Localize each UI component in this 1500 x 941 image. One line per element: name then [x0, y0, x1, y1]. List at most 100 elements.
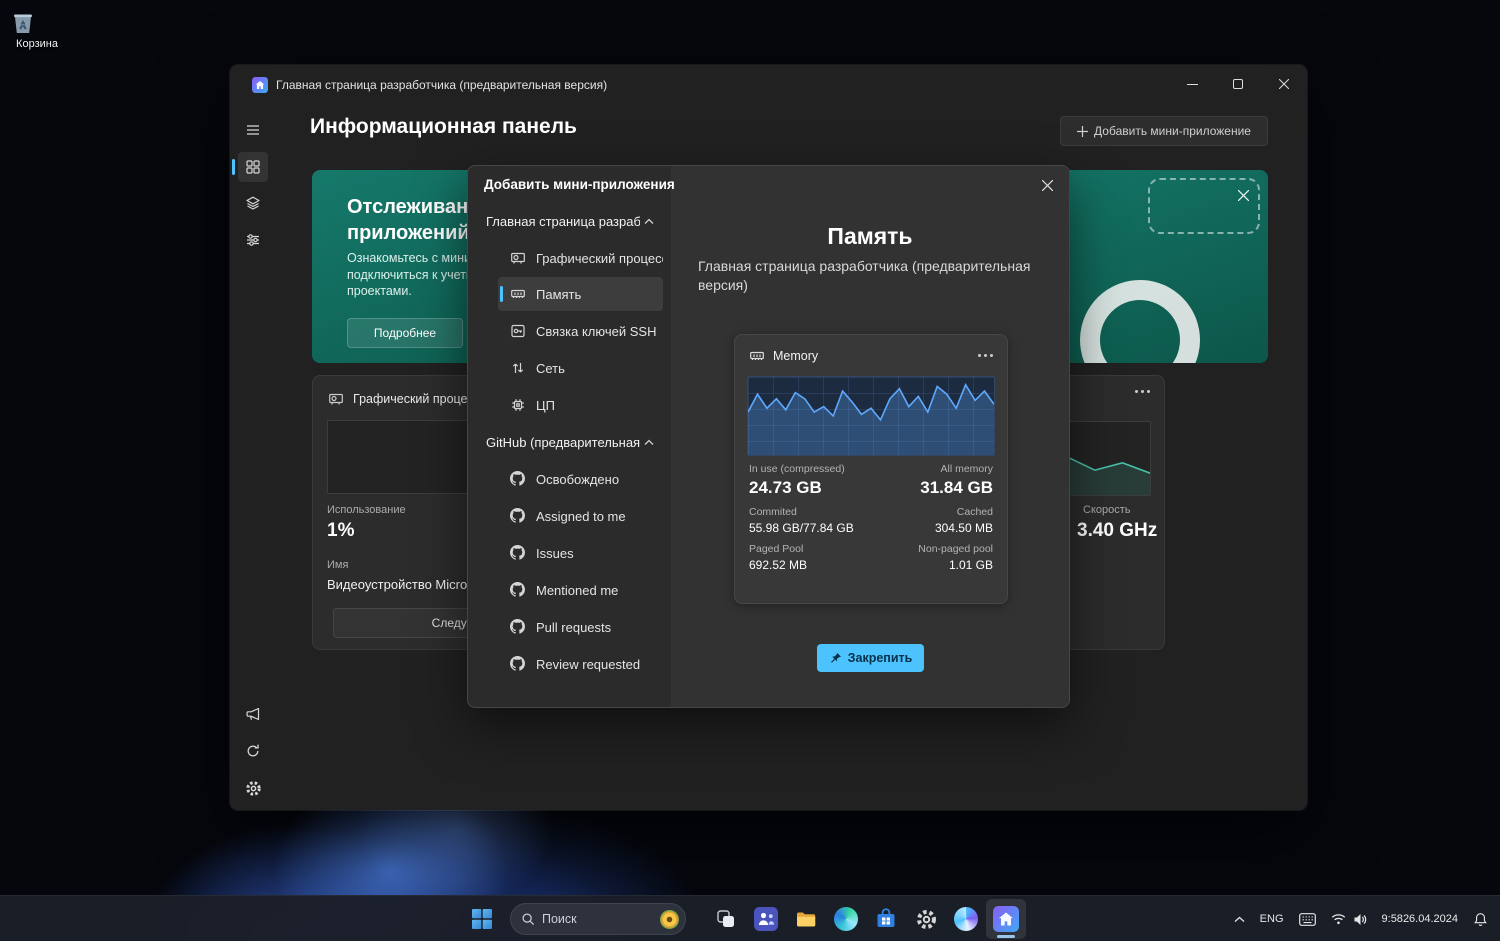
- search-highlight-icon[interactable]: [660, 909, 679, 929]
- photos-app-button[interactable]: [946, 899, 986, 939]
- search-input[interactable]: [542, 912, 653, 926]
- widget-item-github-pull-requests[interactable]: Pull requests: [498, 610, 663, 644]
- widget-item-github-mentioned[interactable]: Mentioned me: [498, 573, 663, 607]
- search-icon: [521, 912, 535, 926]
- nav-dashboard-button[interactable]: [232, 152, 268, 182]
- hamburger-menu-button[interactable]: [238, 115, 268, 145]
- cpu-more-options-icon[interactable]: [1135, 390, 1150, 393]
- memory-icon: [510, 286, 526, 302]
- dialog-close-button[interactable]: [1033, 173, 1061, 197]
- paged-pool-label: Paged Pool: [749, 543, 804, 555]
- devhome-window: Главная страница разработчика (предварит…: [230, 65, 1307, 810]
- in-use-label: In use (compressed): [749, 463, 845, 475]
- gpu-icon: [510, 250, 526, 266]
- nonpaged-pool-label: Non-paged pool: [918, 543, 993, 555]
- widget-item-ssh[interactable]: Связка ключей SSH: [498, 314, 663, 348]
- network-volume-tray[interactable]: [1325, 899, 1373, 939]
- widget-item-github-released[interactable]: Освобождено: [498, 462, 663, 496]
- dismiss-promo-button[interactable]: [1230, 182, 1256, 208]
- gpu-usage-value: 1%: [327, 520, 355, 541]
- github-icon: [510, 545, 526, 561]
- pinwheel-icon: [954, 907, 978, 931]
- titlebar[interactable]: Главная страница разработчика (предварит…: [230, 65, 1307, 105]
- microsoft-store-button[interactable]: [866, 899, 906, 939]
- taskbar-search[interactable]: [510, 903, 686, 935]
- widget-more-options-icon[interactable]: [978, 354, 993, 357]
- network-icon: [510, 360, 526, 376]
- add-widgets-dialog: Добавить мини-приложения Главная страниц…: [467, 165, 1070, 708]
- add-widget-button[interactable]: Добавить мини-приложение: [1060, 116, 1268, 146]
- pin-widget-button[interactable]: Закрепить: [817, 644, 924, 672]
- github-icon: [510, 619, 526, 635]
- widget-title: Memory: [773, 349, 819, 363]
- nonpaged-pool-value: 1.01 GB: [948, 558, 993, 572]
- github-icon: [510, 508, 526, 524]
- all-memory-label: All memory: [940, 463, 993, 475]
- widget-item-network[interactable]: Сеть: [498, 351, 663, 385]
- gpu-usage-label: Использование: [327, 504, 406, 516]
- devhome-app-icon: [252, 77, 268, 93]
- detail-subtitle: Главная страница разработчика (предварит…: [698, 258, 1031, 293]
- ssh-keychain-icon: [510, 323, 526, 339]
- nav-machine-configuration-button[interactable]: [238, 225, 268, 255]
- edge-icon: [834, 907, 858, 931]
- commited-value: 55.98 GB/77.84 GB: [749, 521, 854, 535]
- start-button[interactable]: [462, 899, 502, 939]
- close-window-button[interactable]: [1261, 65, 1307, 103]
- taskbar: ENG 9:58 26.04.2024: [0, 895, 1500, 941]
- memory-chart: [747, 376, 995, 456]
- minimize-button[interactable]: [1169, 65, 1215, 103]
- group-devhome[interactable]: Главная страница разработчика: [478, 205, 662, 237]
- tray-overflow-chevron[interactable]: [1228, 899, 1251, 939]
- teams-button[interactable]: [746, 899, 786, 939]
- maximize-button[interactable]: [1215, 65, 1261, 103]
- cpu-icon: [510, 397, 526, 413]
- github-icon: [510, 656, 526, 672]
- settings-button[interactable]: [238, 773, 268, 803]
- gpu-icon: [328, 391, 344, 407]
- touch-keyboard-icon[interactable]: [1293, 899, 1322, 939]
- settings-app-button[interactable]: [906, 899, 946, 939]
- widget-item-github-issues[interactable]: Issues: [498, 536, 663, 570]
- widget-item-github-review-requested[interactable]: Review requested: [498, 647, 663, 681]
- devhome-taskbar-button[interactable]: [986, 899, 1026, 939]
- notification-bell[interactable]: [1467, 899, 1494, 939]
- wifi-icon: [1331, 913, 1346, 925]
- page-title: Информационная панель: [310, 115, 577, 138]
- widget-item-cpu[interactable]: ЦП: [498, 388, 663, 422]
- memory-widget-preview: Memory In use (compressed) All memory 24…: [734, 334, 1008, 604]
- group-github[interactable]: GitHub (предварительная версия): [478, 426, 662, 458]
- clock-tray[interactable]: 9:58 26.04.2024: [1376, 899, 1464, 939]
- widget-item-github-assigned[interactable]: Assigned to me: [498, 499, 663, 533]
- recycle-bin[interactable]: Корзина: [8, 8, 66, 50]
- cached-value: 304.50 MB: [934, 521, 993, 535]
- learn-more-button[interactable]: Подробнее: [347, 318, 463, 348]
- window-title: Главная страница разработчика (предварит…: [276, 78, 608, 92]
- detail-title: Память: [827, 223, 913, 249]
- file-explorer-button[interactable]: [786, 899, 826, 939]
- edge-browser-button[interactable]: [826, 899, 866, 939]
- dialog-title: Добавить мини-приложения: [484, 177, 675, 192]
- gpu-name-value: Видеоустройство Microsoft: [327, 577, 489, 592]
- announcements-button[interactable]: [238, 699, 268, 729]
- in-use-value: 24.73 GB: [749, 478, 822, 497]
- widget-item-gpu[interactable]: Графический процессор: [498, 241, 663, 275]
- recycle-bin-icon: [8, 8, 66, 38]
- github-icon: [510, 582, 526, 598]
- updates-button[interactable]: [238, 736, 268, 766]
- widget-item-memory[interactable]: Память: [498, 277, 663, 311]
- chevron-up-icon: [644, 439, 654, 446]
- recycle-bin-label: Корзина: [16, 38, 58, 50]
- chevron-up-icon: [644, 218, 654, 225]
- task-view-button[interactable]: [706, 899, 746, 939]
- tray-date: 26.04.2024: [1402, 913, 1458, 925]
- cached-label: Cached: [956, 506, 993, 518]
- github-icon: [510, 471, 526, 487]
- paged-pool-value: 692.52 MB: [749, 558, 808, 572]
- cpu-speed-label: Скорость: [1083, 504, 1131, 516]
- tray-time: 9:58: [1381, 913, 1403, 925]
- nav-environments-button[interactable]: [238, 188, 268, 218]
- language-indicator[interactable]: ENG: [1254, 899, 1290, 939]
- pin-icon: [829, 652, 842, 665]
- all-memory-value: 31.84 GB: [920, 478, 993, 497]
